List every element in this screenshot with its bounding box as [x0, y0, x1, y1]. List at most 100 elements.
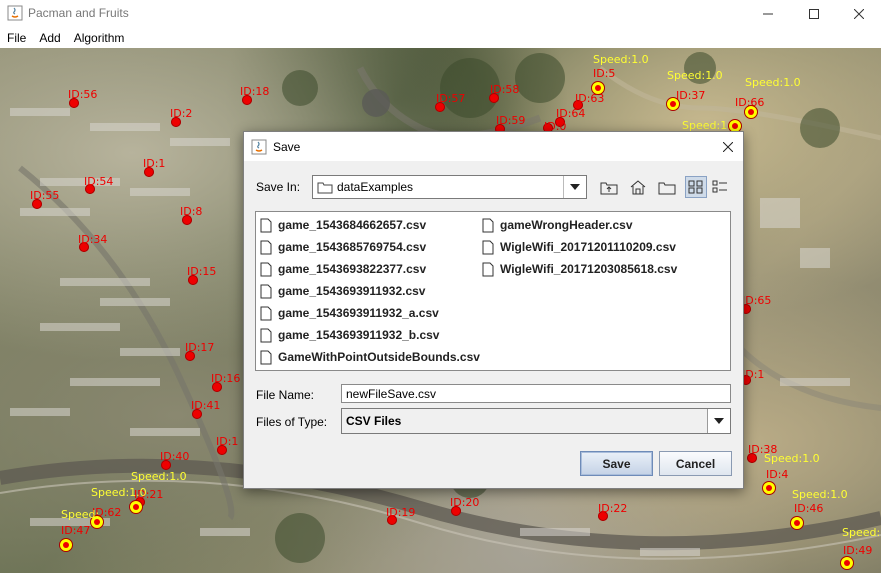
up-one-level-button[interactable]	[598, 176, 620, 198]
save-in-label: Save In:	[256, 180, 301, 194]
file-item[interactable]: game_1543684662657.csv	[260, 215, 426, 235]
file-item[interactable]: game_1543693911932_b.csv	[260, 325, 439, 345]
new-folder-button[interactable]	[656, 176, 678, 198]
fruit-id-label: ID:1	[742, 368, 765, 381]
home-button[interactable]	[627, 176, 649, 198]
file-name: game_1543693911932_b.csv	[278, 328, 440, 342]
dialog-titlebar: Save	[244, 132, 743, 161]
file-name: game_1543684662657.csv	[278, 218, 427, 232]
fruit-id-label: ID:56	[68, 88, 98, 101]
fruit-id-label: ID:64	[556, 107, 586, 120]
pacman-id-label: ID:5	[593, 67, 616, 80]
menu-algorithm[interactable]: Algorithm	[68, 31, 131, 45]
save-in-value: dataExamples	[337, 180, 414, 194]
fruit-id-label: ID:20	[450, 496, 480, 509]
file-name: game_1543693822377.csv	[278, 262, 427, 276]
close-button[interactable]	[836, 0, 881, 27]
pacman-speed-label: Speed:1.0	[764, 452, 820, 465]
close-icon	[723, 141, 733, 152]
menu-add[interactable]: Add	[33, 31, 66, 45]
pacman-marker	[666, 97, 680, 111]
fruit-id-label: ID:1	[216, 435, 239, 448]
new-folder-icon	[658, 182, 676, 195]
pacman-id-label: ID:46	[794, 502, 824, 515]
chevron-down-icon	[570, 184, 580, 190]
file-item[interactable]: gameWrongHeader.csv	[482, 215, 633, 235]
pacman-marker	[129, 500, 143, 514]
menu-file[interactable]: File	[1, 31, 32, 45]
file-icon	[260, 240, 272, 254]
file-name: WigleWifi_20171203085618.csv	[500, 262, 678, 276]
home-icon	[630, 180, 646, 195]
file-item[interactable]: WigleWifi_20171201110209.csv	[482, 237, 676, 257]
fruit-id-label: ID:18	[240, 85, 270, 98]
window-titlebar: Pacman and Fruits	[0, 0, 881, 27]
file-icon	[482, 240, 494, 254]
file-list[interactable]: game_1543684662657.csv game_1543685769754…	[255, 211, 731, 371]
fruit-id-label: ID:59	[496, 114, 526, 127]
minimize-icon	[763, 13, 773, 14]
fruit-id-label: ID:15	[187, 265, 217, 278]
file-icon	[260, 262, 272, 276]
pacman-marker	[762, 481, 776, 495]
pacman-speed-label: Speed:	[842, 526, 881, 539]
file-name-input[interactable]	[341, 384, 731, 403]
file-type-value: CSV Files	[346, 414, 402, 428]
fruit-id-label: ID:19	[386, 506, 416, 519]
file-item[interactable]: game_1543693822377.csv	[260, 259, 426, 279]
file-item[interactable]: WigleWifi_20171203085618.csv	[482, 259, 677, 279]
save-in-dropdown-arrow[interactable]	[563, 176, 586, 198]
file-icon	[482, 262, 494, 276]
list-view-button[interactable]	[685, 176, 707, 198]
fruit-id-label: ID:1	[143, 157, 166, 170]
pacman-marker	[790, 516, 804, 530]
file-item[interactable]: game_1543693911932_a.csv	[260, 303, 439, 323]
pacman-speed-label: Speed:1.0	[745, 76, 801, 89]
details-view-icon	[712, 180, 727, 193]
maximize-button[interactable]	[791, 0, 837, 27]
pacman-marker	[840, 556, 854, 570]
save-in-combo[interactable]: dataExamples	[312, 175, 587, 199]
file-item[interactable]: game_1543685769754.csv	[260, 237, 426, 257]
pacman-marker	[59, 538, 73, 552]
list-view-icon	[688, 180, 703, 194]
minimize-button[interactable]	[745, 0, 791, 27]
dialog-close-button[interactable]	[713, 132, 743, 161]
java-app-icon	[7, 5, 23, 21]
file-item[interactable]: game_1543693911932.csv	[260, 281, 425, 301]
pacman-id-label: ID:4	[766, 468, 789, 481]
pacman-speed-label: Speed:1.0	[131, 470, 187, 483]
fruit-id-label: ID:17	[185, 341, 215, 354]
file-icon	[260, 218, 272, 232]
file-item[interactable]: GameWithPointOutsideBounds.csv	[260, 347, 480, 367]
save-button[interactable]: Save	[580, 451, 653, 476]
pacman-speed-label: Speed:1.0	[792, 488, 848, 501]
pacman-marker	[591, 81, 605, 95]
file-type-dropdown-arrow[interactable]	[707, 409, 730, 433]
file-name: game_1543693911932_a.csv	[278, 306, 439, 320]
pacman-id-label: ID:37	[676, 89, 706, 102]
fruit-id-label: ID:55	[30, 189, 60, 202]
details-view-button[interactable]	[709, 176, 731, 198]
file-icon	[260, 306, 272, 320]
fruit-id-label: ID:8	[180, 205, 203, 218]
file-type-combo[interactable]: CSV Files	[341, 408, 731, 434]
file-icon	[260, 350, 272, 364]
file-icon	[260, 284, 272, 298]
close-icon	[854, 8, 864, 19]
fruit-id-label: ID:2	[170, 107, 193, 120]
fruit-id-label: ID:58	[490, 83, 520, 96]
fruit-id-label: ID:40	[160, 450, 190, 463]
fruit-id-label: ID:41	[191, 399, 221, 412]
cancel-button[interactable]: Cancel	[659, 451, 732, 476]
fruit-id-label: ID:54	[84, 175, 114, 188]
file-name: GameWithPointOutsideBounds.csv	[278, 350, 480, 364]
maximize-icon	[809, 8, 819, 19]
java-app-icon	[251, 139, 267, 155]
menu-bar: File Add Algorithm	[0, 27, 881, 48]
save-dialog: Save Save In: dataExamples game_15436846…	[243, 131, 744, 489]
fruit-id-label: ID:34	[78, 233, 108, 246]
dialog-title: Save	[273, 140, 301, 154]
file-name: game_1543685769754.csv	[278, 240, 427, 254]
fruit-id-label: ID:22	[598, 502, 628, 515]
